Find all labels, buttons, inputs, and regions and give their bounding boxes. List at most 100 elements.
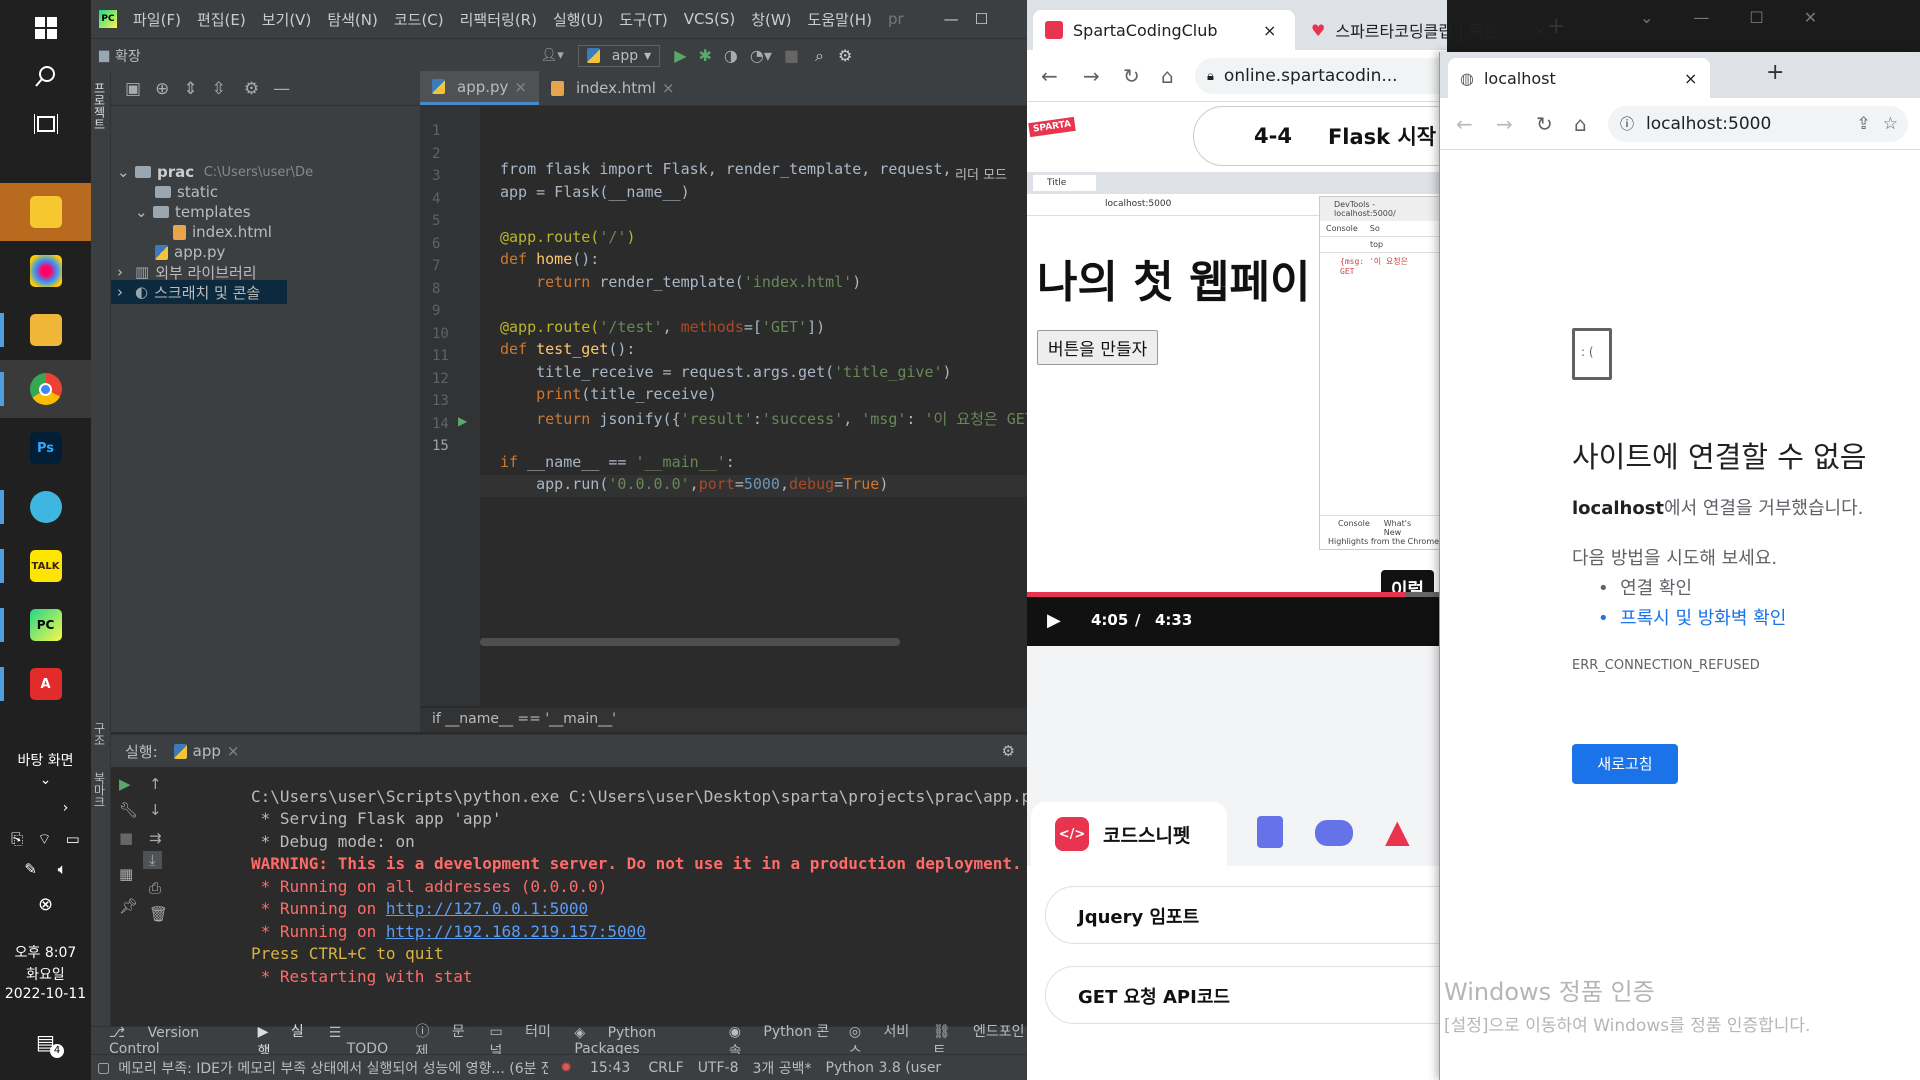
code-line-12[interactable]: return jsonify({'result':'success', 'msg… <box>500 408 1070 429</box>
share-icon[interactable]: ⇪ <box>1857 114 1871 134</box>
tree-item-scratches[interactable]: › ◐ 스크래치 및 콘솔 <box>111 280 287 304</box>
close-icon[interactable]: × <box>514 78 527 96</box>
suggestion-link[interactable]: 프록시 및 방화벽 확인 <box>1620 608 1786 629</box>
photoshop-app[interactable]: Ps <box>0 419 91 477</box>
menu-refactor[interactable]: 리팩터링(R) <box>460 9 537 30</box>
status-layout-icon[interactable]: ▢ <box>97 1060 110 1076</box>
new-tab-icon[interactable]: + <box>1547 14 1565 39</box>
note-icon[interactable] <box>1257 816 1283 848</box>
run-config-select[interactable]: app ▾ <box>577 44 661 67</box>
close-icon[interactable]: × <box>1684 69 1697 88</box>
close-icon[interactable]: × <box>1534 21 1547 40</box>
menu-vcs[interactable]: VCS(S) <box>684 10 735 28</box>
code-line-9[interactable]: def test_get(): <box>500 340 635 358</box>
soft-wrap-icon[interactable]: ⇉ <box>149 829 162 847</box>
back-icon[interactable]: ← <box>1456 112 1473 136</box>
forward-icon[interactable]: → <box>1496 112 1513 136</box>
project-view-icon[interactable]: ▣ <box>125 79 141 99</box>
scroll-end-icon[interactable]: ⤓ <box>143 851 162 869</box>
console-link[interactable]: http://127.0.0.1:5000 <box>386 899 588 918</box>
menu-edit[interactable]: 편집(E) <box>197 9 246 30</box>
task-view-icon[interactable] <box>0 96 91 152</box>
code-line-6[interactable]: return render_template('index.html') <box>500 273 861 291</box>
chevron-down-icon[interactable]: ⌄ <box>0 772 91 788</box>
messenger-app[interactable] <box>0 478 91 536</box>
console-line[interactable]: * Restarting with stat <box>251 967 473 986</box>
settings-icon[interactable]: ⚙ <box>244 79 259 99</box>
collapse-all-icon[interactable]: ⇳ <box>212 79 226 99</box>
rerun-icon[interactable]: ▶ <box>119 775 131 793</box>
expand-all-icon[interactable]: ⇕ <box>183 79 197 99</box>
close-circle-icon[interactable]: ⊗ <box>0 894 91 915</box>
menu-run[interactable]: 실행(U) <box>553 9 603 30</box>
kakaotalk-app[interactable]: TALK <box>0 537 91 595</box>
code-line-4[interactable]: @app.route('/') <box>500 228 635 246</box>
menu-code[interactable]: 코드(C) <box>394 9 444 30</box>
status-message[interactable]: 메모리 부족: IDE가 메모리 부족 상태에서 실행되어 성능에 영향... … <box>118 1058 548 1078</box>
settings-icon[interactable]: ⚙ <box>838 46 852 65</box>
status-encoding[interactable]: UTF-8 <box>698 1060 739 1076</box>
settings-icon[interactable]: ⚙ <box>1002 742 1015 760</box>
url-field[interactable]: ⓘ localhost:5000 ⇪ ☆ <box>1608 106 1908 142</box>
status-position[interactable]: 15:43 <box>590 1060 630 1076</box>
snippet-item[interactable]: GET 요청 API코드 <box>1045 966 1465 1024</box>
sparta-logo[interactable]: SPARTA <box>1028 116 1076 138</box>
menu-window[interactable]: 창(W) <box>751 9 791 30</box>
wrench-icon[interactable]: 🔧︎ <box>119 801 138 819</box>
menu-view[interactable]: 보기(V) <box>262 9 312 30</box>
menu-help[interactable]: 도움말(H) <box>808 9 872 30</box>
code-line-2[interactable]: app = Flask(__name__) <box>500 183 690 201</box>
reload-icon[interactable]: ↻ <box>1123 64 1140 88</box>
meet-now-icon[interactable]: ⎘ <box>11 830 23 849</box>
run-tab-label[interactable]: app <box>193 742 221 760</box>
console-line[interactable]: C:\Users\user\Scripts\python.exe C:\User… <box>251 787 1041 806</box>
horizontal-scrollbar[interactable] <box>480 638 900 646</box>
snippet-item[interactable]: Jquery 임포트 <box>1045 886 1465 944</box>
hide-icon[interactable]: — <box>273 79 290 99</box>
minimize-icon[interactable]: — <box>1693 8 1709 38</box>
snippet-tab-active[interactable]: </> 코드스니펫 <box>1031 802 1227 866</box>
browser-tab-localhost[interactable]: ◍ localhost × <box>1448 58 1710 98</box>
console-line[interactable]: * Running on http://127.0.0.1:5000 <box>251 899 589 918</box>
notification-center-icon[interactable]: ▤ 4 <box>0 1030 91 1058</box>
browser-tab-sparta[interactable]: SpartaCodingClub × <box>1033 10 1295 50</box>
code-line-14[interactable]: if __name__ == '__main__': <box>500 453 735 471</box>
reload-icon[interactable]: ↻ <box>1536 112 1553 136</box>
console-line[interactable]: * Running on all addresses (0.0.0.0) <box>251 877 608 896</box>
tab-app-py[interactable]: app.py × <box>420 71 539 105</box>
status-interpreter[interactable]: Python 3.8 (user <box>826 1060 942 1076</box>
tab-todo[interactable]: ☰ TODO <box>329 1025 398 1057</box>
console-warning[interactable]: WARNING: This is a development server. D… <box>251 854 1051 873</box>
sticky-notes-app[interactable] <box>0 183 91 241</box>
pycharm-app[interactable]: PC <box>0 596 91 654</box>
battery-icon[interactable]: ▭ <box>66 830 80 849</box>
coverage-icon[interactable]: ◑ <box>724 46 738 65</box>
code-line-8[interactable]: @app.route('/test', methods=['GET']) <box>500 318 825 336</box>
close-icon[interactable]: × <box>1263 21 1276 40</box>
locate-icon[interactable]: ⊕ <box>155 79 169 99</box>
clock-weekday[interactable]: 화요일 <box>0 964 91 984</box>
star-icon[interactable]: ☆ <box>1883 114 1898 134</box>
home-icon[interactable]: ⌂ <box>1574 112 1587 136</box>
video-progress-track[interactable] <box>1027 592 1447 597</box>
minimize-icon[interactable]: — <box>944 10 959 28</box>
code-line-5[interactable]: def home(): <box>500 250 599 268</box>
reload-button[interactable]: 새로고침 <box>1572 744 1678 784</box>
status-indent[interactable]: 3개 공백* <box>753 1058 812 1078</box>
tab-python-packages[interactable]: ◈ Python Packages <box>574 1025 710 1057</box>
chrome-app[interactable] <box>0 360 91 418</box>
chat-icon[interactable] <box>1315 820 1353 846</box>
console-link[interactable]: http://192.168.219.157:5000 <box>386 922 646 941</box>
status-line-separator[interactable]: CRLF <box>648 1060 683 1076</box>
debug-icon[interactable]: ✱ <box>699 46 712 65</box>
lesson-video[interactable]: Title localhost:5000 DevTools - localhos… <box>1027 172 1447 646</box>
menu-file[interactable]: 파일(F) <box>133 9 181 30</box>
close-icon[interactable]: ✕ <box>1804 8 1817 38</box>
trash-icon[interactable]: 🗑︎ <box>149 905 168 923</box>
close-icon[interactable]: × <box>227 742 240 760</box>
layout-icon[interactable]: ▦ <box>119 865 133 883</box>
wifi-icon[interactable]: ⌔ <box>37 830 51 849</box>
run-icon[interactable]: ▶ <box>674 46 686 65</box>
code-line-15[interactable]: app.run('0.0.0.0',port=5000,debug=True) <box>480 475 1027 497</box>
menu-tools[interactable]: 도구(T) <box>619 9 667 30</box>
